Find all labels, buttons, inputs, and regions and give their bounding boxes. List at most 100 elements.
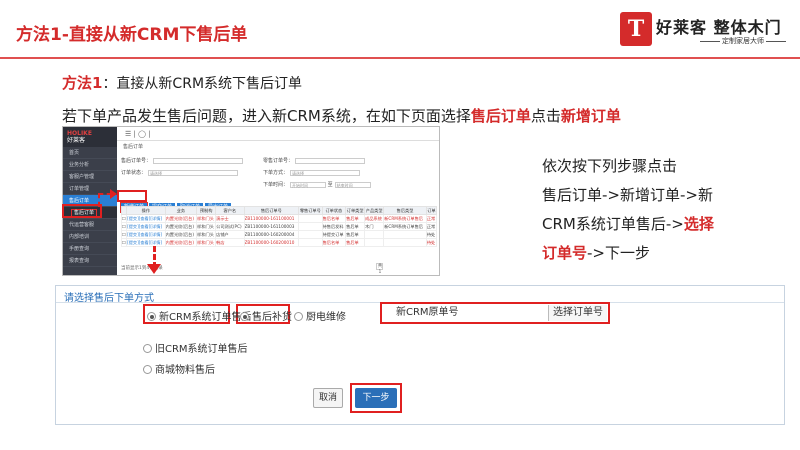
crm-topbar: ☰ | ◯ | <box>117 127 439 141</box>
table-cell: 售后单 <box>345 230 366 239</box>
pager-summary: 共1页 每页显示 10 条 <box>376 263 384 275</box>
highlight-new-order-box <box>117 190 147 202</box>
table-cell: 内置光纹(后台) <box>164 214 198 223</box>
column-header: 售后类型 <box>383 206 427 215</box>
method-heading: 方法1：直接从新CRM系统下售后订单 <box>62 72 302 93</box>
row-actions[interactable]: [提交][查看][详情] <box>126 214 166 223</box>
method-label: 方法1 <box>62 74 103 92</box>
row-actions[interactable]: [提交][查看][详情] <box>126 238 166 247</box>
table-cell: 内置光纹(后台) <box>164 222 198 231</box>
brand-mark-icon: T <box>620 12 652 46</box>
radio-old-crm-after-sale[interactable]: 旧CRM系统订单售后 <box>143 340 248 355</box>
crm-nav-agent-service[interactable]: 代运营客服 <box>63 219 117 231</box>
steps-instructions: 依次按下列步骤点击 售后订单->新增订单->新 CRM系统订单售后->选择 订单… <box>542 152 782 268</box>
brand-name: 好莱客 整体木门 <box>656 18 782 37</box>
table-cell: 成品系统 <box>364 214 385 223</box>
table-row[interactable]: ☐ [提交][查看][详情] 内置光纹(后台) 样和门头 公司测试(PC) ZB… <box>120 222 438 231</box>
steps-line-2: 售后订单->新增订单->新 <box>542 186 713 204</box>
crm-nav-training[interactable]: 内部培训 <box>63 231 117 243</box>
crm-logo-subtext: 好莱客 <box>67 137 86 144</box>
table-cell <box>383 230 427 239</box>
radio-unselected-icon <box>294 312 303 321</box>
slide-title: 方法1-直接从新CRM下售后单 <box>16 25 248 45</box>
column-header: 业务 <box>164 206 198 215</box>
crm-filter-order-method: 下单方式： 请选择 <box>263 169 361 176</box>
crm-breadcrumb: 售后订单 <box>123 144 144 150</box>
crm-nav-manual[interactable]: 手册查询 <box>63 243 117 255</box>
intro-text: 若下单产品发生售后问题，进入新CRM系统，在如下页面选择售后订单点击新增订单 <box>62 105 621 126</box>
table-row[interactable]: ☐ [提交][查看][详情] 内置光纹(后台) 样和门头 韩店 ZB110000… <box>120 238 438 247</box>
row-actions[interactable]: [提交][查看][详情] <box>126 222 166 231</box>
table-cell: 韩店 <box>215 238 245 247</box>
arrow-down-icon <box>147 264 161 274</box>
table-row[interactable]: ☐ [提交][查看][详情] 内置光纹(后台) 样和门头 演示士 ZB11000… <box>120 214 438 223</box>
crm-filter-to-label: 至 <box>327 182 333 188</box>
table-cell <box>298 238 323 247</box>
radio-selected-icon <box>147 312 156 321</box>
column-header: 订单状态 <box>321 206 347 215</box>
crm-order-table: 操作 业务 预制构 客户名 售后订单号 零售订单号 订单状态 订单类型 产品类型… <box>120 206 438 247</box>
table-row[interactable]: ☐ [提交][查看][详情] 内置光纹(后台) 样和门头 店铺户 ZB11000… <box>120 230 438 239</box>
crm-filter-retail-no: 零售订单号： <box>263 157 366 164</box>
table-cell: 待处 <box>425 230 438 239</box>
crm-filter-order-time: 下单时间： 开始时间 至结束时间 <box>263 181 371 188</box>
table-cell <box>298 214 323 223</box>
table-cell: 样和门头 <box>196 238 217 247</box>
steps-line-3: CRM系统订单售后->选择 <box>542 210 782 239</box>
table-cell <box>383 238 427 247</box>
crm-nav-reports[interactable]: 报表查询 <box>63 255 117 267</box>
table-cell: 新CRM系统订单售后 <box>383 214 427 223</box>
radio-new-crm-after-sale[interactable]: 新CRM系统订单售后 <box>147 308 252 323</box>
crm-filter-input[interactable] <box>295 157 366 164</box>
radio-appliance-repair[interactable]: 厨电维修 <box>294 308 346 323</box>
column-header: 订单 <box>425 206 438 215</box>
table-cell: 售后单 <box>345 214 366 223</box>
row-actions[interactable]: [提交][查看][详情] <box>126 230 166 239</box>
original-order-number-input[interactable]: 新CRM原单号 <box>384 306 547 320</box>
table-cell: ZB1100000-160200010 <box>243 238 300 247</box>
cancel-button[interactable]: 取消 <box>313 388 343 408</box>
steps-line-3-highlight: 选择 <box>683 215 714 233</box>
crm-filter-input[interactable] <box>153 157 244 164</box>
crm-pager: «1» 共1页 每页显示 10 条 <box>351 263 384 275</box>
table-cell <box>364 230 385 239</box>
table-cell: 木门 <box>364 222 385 231</box>
crm-filter-select[interactable]: 请选择 <box>290 169 361 176</box>
radio-unselected-icon <box>143 344 152 353</box>
crm-nav-business-analysis[interactable]: 业务分析 <box>63 159 117 171</box>
table-cell: 待处 <box>425 238 438 247</box>
table-cell: 公司测试(PC) <box>215 222 245 231</box>
table-cell: 演示士 <box>215 214 245 223</box>
steps-line-3-text: CRM系统订单售后-> <box>542 215 684 233</box>
table-cell: 售后单 <box>345 238 366 247</box>
column-header: 客户名 <box>215 206 245 215</box>
select-order-number-button[interactable]: 选择订单号 <box>548 305 607 321</box>
table-cell: ZB1100000-160200004 <box>243 230 300 239</box>
crm-filter-end-time[interactable]: 结束时间 <box>334 181 371 188</box>
brand-slogan: 定制家居大师 <box>720 36 766 46</box>
radio-mall-material-after-sale[interactable]: 商城物料售后 <box>143 361 215 376</box>
table-cell: 内置光纹(后台) <box>164 230 198 239</box>
next-step-button[interactable]: 下一步 <box>355 388 397 408</box>
column-header: 操作 <box>126 206 166 215</box>
intro-prefix: 若下单产品发生售后问题，进入新CRM系统，在如下页面选择 <box>62 107 471 125</box>
steps-line-4-text: ->下一步 <box>587 244 650 262</box>
radio-label: 商城物料售后 <box>155 365 215 376</box>
crm-filter-select[interactable]: 请选择 <box>148 169 239 176</box>
column-header: 售后订单号 <box>243 206 300 215</box>
table-cell: 内置光纹(后台) <box>164 238 198 247</box>
crm-nav-customer-management[interactable]: 客服户管理 <box>63 171 117 183</box>
crm-logo-text: HOLIKE <box>67 130 92 137</box>
radio-label: 厨电维修 <box>306 312 346 323</box>
radio-unselected-icon <box>143 365 152 374</box>
radio-label: 旧CRM系统订单售后 <box>155 344 248 355</box>
crm-filter-start-time[interactable]: 开始时间 <box>290 181 327 188</box>
radio-label: 新CRM系统订单售后 <box>159 312 252 323</box>
column-header: 预制构 <box>196 206 217 215</box>
crm-logo: HOLIKE 好莱客 <box>63 127 117 147</box>
table-cell <box>298 222 323 231</box>
radio-after-sale-replenish[interactable]: 售后补货 <box>240 308 292 323</box>
steps-line-4-highlight: 订单号 <box>542 244 588 262</box>
crm-nav-home[interactable]: 首页 <box>63 147 117 159</box>
crm-filter-label: 售后订单号： <box>121 158 152 164</box>
